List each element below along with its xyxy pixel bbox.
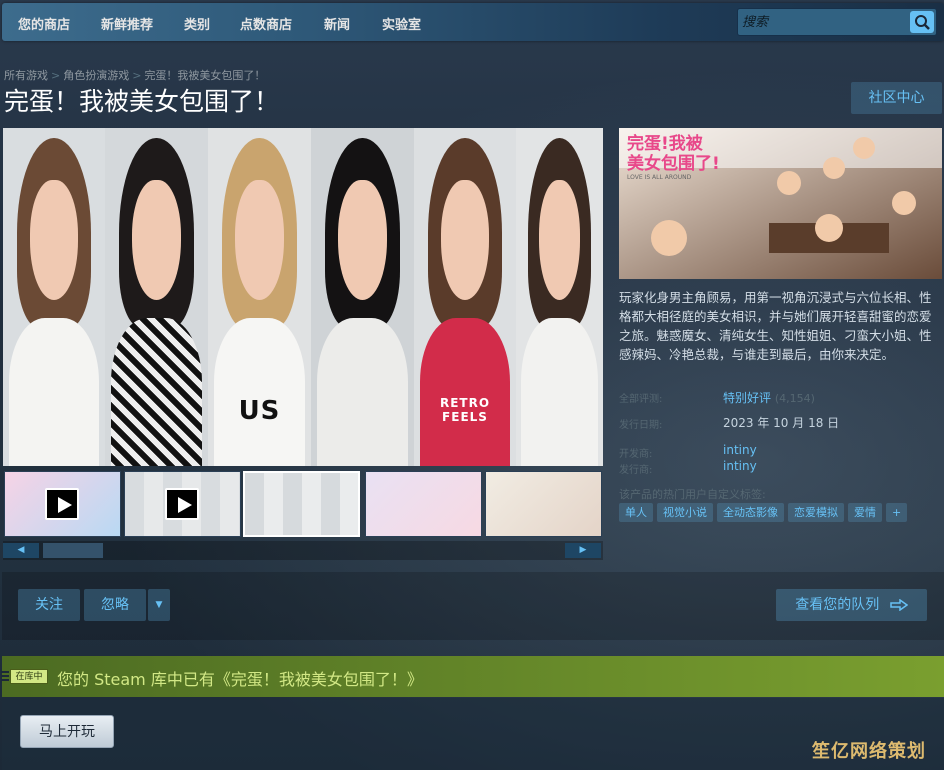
watermark-text: 笙亿网络策划 — [812, 741, 926, 762]
play-icon — [165, 488, 199, 520]
play-now-button[interactable]: 马上开玩 — [20, 715, 114, 748]
media-thumbnail-strip — [3, 468, 603, 540]
community-hub-button[interactable]: 社区中心 — [851, 82, 942, 114]
portrait-6 — [516, 128, 603, 466]
library-play-panel — [2, 698, 944, 770]
publisher-label: 发行商: — [619, 465, 653, 476]
reviews-count: (4,154) — [774, 392, 815, 405]
thumbnail-screenshot-selected[interactable] — [243, 471, 360, 537]
search-input[interactable] — [742, 12, 902, 32]
in-library-text: 您的 Steam 库中已有《完蛋！我被美女包围了！》 — [57, 670, 423, 689]
library-list-icon — [1, 671, 9, 681]
tag-fmv[interactable]: 全动态影像 — [717, 503, 784, 522]
thumbnail-screenshot-2[interactable] — [365, 471, 482, 537]
ignore-dropdown-button[interactable]: ▼ — [148, 589, 170, 621]
nav-your-store[interactable]: 您的商店 — [18, 14, 70, 33]
portrait-1 — [3, 128, 105, 466]
breadcrumb-separator: > — [51, 69, 61, 82]
view-queue-button[interactable]: 查看您的队列 — [776, 589, 927, 621]
tag-single-player[interactable]: 单人 — [619, 503, 653, 522]
developer-label: 开发商: — [619, 449, 653, 460]
search-box — [737, 8, 937, 36]
portrait-3: US — [208, 128, 311, 466]
tag-more-button[interactable]: + — [886, 503, 908, 522]
portrait-5: RETRO FEELS — [414, 128, 516, 466]
breadcrumb-game[interactable]: 完蛋！我被美女包围了！ — [144, 69, 265, 82]
scroll-left-button[interactable]: ◀ — [3, 543, 39, 558]
breadcrumb: 所有游戏 > 角色扮演游戏 > 完蛋！我被美女包围了！ — [4, 67, 265, 83]
scroll-handle[interactable] — [43, 543, 103, 558]
header-capsule-image: 完蛋!我被 美女包围了! LOVE IS ALL AROUND — [619, 128, 942, 279]
breadcrumb-rpg[interactable]: 角色扮演游戏 — [63, 69, 129, 82]
tag-visual-novel[interactable]: 视觉小说 — [657, 503, 713, 522]
page-title: 完蛋！我被美女包围了！ — [4, 87, 280, 116]
search-icon — [915, 15, 930, 30]
main-screenshot[interactable]: US RETRO FEELS — [3, 128, 603, 466]
breadcrumb-separator: > — [132, 69, 142, 82]
publisher-link[interactable]: intiny — [723, 459, 757, 473]
view-queue-label: 查看您的队列 — [795, 597, 880, 613]
thumbnail-video-2[interactable] — [124, 471, 241, 537]
reviews-summary: 特别好评 (4,154) — [723, 389, 815, 406]
reviews-label: 全部评测: — [619, 394, 663, 405]
store-nav-bar: 您的商店 新鲜推荐 类别 点数商店 新闻 实验室 — [2, 3, 944, 41]
thumbnail-scrollbar[interactable]: ◀ ▶ — [3, 541, 603, 560]
nav-news[interactable]: 新闻 — [324, 14, 350, 33]
nav-points-shop[interactable]: 点数商店 — [240, 14, 292, 33]
nav-labs[interactable]: 实验室 — [382, 14, 421, 33]
reviews-rating-link[interactable]: 特别好评 — [723, 391, 771, 405]
release-date-label: 发行日期: — [619, 420, 663, 431]
portrait-2 — [105, 128, 208, 466]
game-description: 玩家化身男主角顾易，用第一视角沉浸式与六位长相、性格都大相径庭的美女相识，并与她… — [619, 290, 932, 362]
tags-title: 该产品的热门用户自定义标签: — [619, 488, 766, 501]
release-date: 2023 年 10 月 18 日 — [723, 416, 840, 430]
tag-dating-sim[interactable]: 恋爱模拟 — [788, 503, 844, 522]
in-library-badge: 在库中 — [10, 669, 48, 684]
tag-romance[interactable]: 爱情 — [848, 503, 882, 522]
developer-link[interactable]: intiny — [723, 443, 757, 457]
nav-categories[interactable]: 类别 — [184, 14, 210, 33]
play-icon — [45, 488, 79, 520]
nav-new-noteworthy[interactable]: 新鲜推荐 — [101, 14, 153, 33]
thumbnail-video-1[interactable] — [4, 471, 121, 537]
shirt-text-retro-feels: RETRO FEELS — [439, 396, 491, 424]
thumbnail-screenshot-3[interactable] — [485, 471, 602, 537]
capsule-logo: 完蛋!我被 美女包围了! LOVE IS ALL AROUND — [627, 134, 720, 181]
arrow-right-icon — [889, 598, 909, 612]
follow-button[interactable]: 关注 — [18, 589, 80, 621]
shirt-text-us: US — [238, 396, 281, 426]
ignore-button[interactable]: 忽略 — [84, 589, 146, 621]
search-button[interactable] — [910, 11, 934, 33]
breadcrumb-all-games[interactable]: 所有游戏 — [4, 69, 48, 82]
portrait-4 — [311, 128, 414, 466]
scroll-right-button[interactable]: ▶ — [565, 543, 601, 558]
